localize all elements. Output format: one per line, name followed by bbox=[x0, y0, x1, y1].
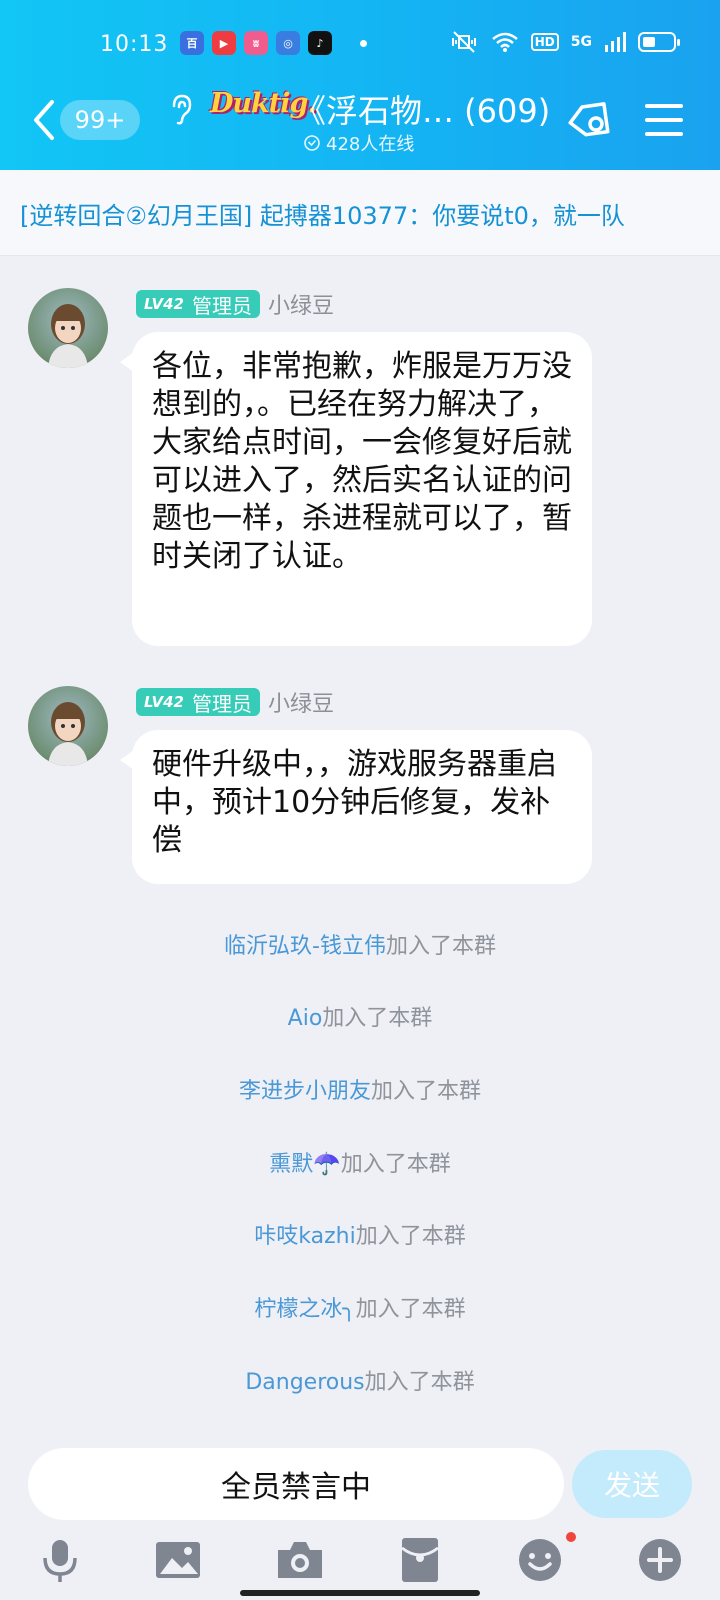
unread-count-badge[interactable]: 99+ bbox=[60, 100, 140, 140]
sender-meta: LV42 管理员 小绿豆 bbox=[136, 686, 334, 718]
admin-level-tag: LV42 管理员 bbox=[136, 290, 260, 318]
avatar-portrait-icon bbox=[48, 702, 88, 766]
joined-member-name[interactable]: 李进步小朋友 bbox=[239, 1079, 371, 1104]
role-label: 管理员 bbox=[191, 293, 252, 318]
status-bar: 10:13 百 ▶ ʬ ◎ ♪ HD 5G bbox=[0, 28, 720, 64]
video-app-icon: ▶ bbox=[212, 31, 236, 55]
join-action-text: 加入了本群 bbox=[322, 1006, 433, 1031]
input-toolbar bbox=[0, 1536, 720, 1596]
signal-icon bbox=[605, 32, 626, 52]
join-action-text: 加入了本群 bbox=[355, 1297, 466, 1322]
joined-member-name[interactable]: 熏默☂️ bbox=[269, 1152, 340, 1177]
join-notice: 咔吱kazhi加入了本群 bbox=[0, 1218, 720, 1250]
wifi-icon bbox=[491, 32, 518, 52]
network-type: 5G bbox=[570, 34, 592, 50]
chat-header: 10:13 百 ▶ ʬ ◎ ♪ HD 5G 99+ Duktig. 《浮石物… … bbox=[0, 0, 720, 170]
announcement-banner[interactable]: [逆转回合②幻月王国] 起搏器10377：你要说t0，就一队 bbox=[0, 170, 720, 256]
status-app-icons: 百 ▶ ʬ ◎ ♪ bbox=[180, 31, 367, 55]
camera-icon[interactable] bbox=[276, 1536, 324, 1584]
menu-icon[interactable] bbox=[644, 102, 684, 138]
joined-member-name[interactable]: 临沂弘玖-钱立伟 bbox=[224, 934, 386, 959]
circle-app-icon: ◎ bbox=[276, 31, 300, 55]
sender-nickname[interactable]: 小绿豆 bbox=[268, 288, 334, 320]
admin-level-tag: LV42 管理员 bbox=[136, 688, 260, 716]
online-check-icon bbox=[304, 135, 320, 151]
emoji-icon[interactable] bbox=[516, 1536, 564, 1584]
send-button[interactable]: 发送 bbox=[572, 1450, 692, 1518]
status-time: 10:13 bbox=[100, 32, 169, 57]
joined-member-name[interactable]: 咔吱kazhi bbox=[254, 1224, 355, 1249]
joined-member-name[interactable]: Dangerous bbox=[245, 1370, 364, 1395]
role-label: 管理员 bbox=[191, 691, 252, 716]
join-action-text: 加入了本群 bbox=[340, 1152, 451, 1177]
emoji-notification-dot bbox=[566, 1532, 576, 1542]
join-notice: 熏默☂️加入了本群 bbox=[0, 1146, 720, 1178]
join-action-text: 加入了本群 bbox=[364, 1370, 475, 1395]
image-icon[interactable] bbox=[154, 1536, 202, 1584]
message-input-muted[interactable]: 全员禁言中 bbox=[28, 1448, 564, 1520]
join-notice: 李进步小朋友加入了本群 bbox=[0, 1073, 720, 1105]
join-notice: Dangerous加入了本群 bbox=[0, 1364, 720, 1396]
baidu-app-icon: 百 bbox=[180, 31, 204, 55]
level-label: LV42 bbox=[144, 693, 184, 711]
joined-member-name[interactable]: 柠檬之冰╮ bbox=[254, 1297, 355, 1322]
battery-icon bbox=[638, 32, 680, 52]
joined-member-name[interactable]: Aio bbox=[288, 1006, 323, 1031]
pink-app-icon: ʬ bbox=[244, 31, 268, 55]
home-indicator[interactable] bbox=[240, 1590, 480, 1596]
mic-icon[interactable] bbox=[36, 1536, 84, 1584]
avatar-portrait-icon bbox=[48, 304, 88, 368]
join-notice: 柠檬之冰╮加入了本群 bbox=[0, 1291, 720, 1323]
join-action-text: 加入了本群 bbox=[385, 934, 496, 959]
mute-vibrate-icon bbox=[451, 31, 476, 53]
group-title[interactable]: 《浮石物… (609) bbox=[294, 86, 550, 132]
more-notifications-dot bbox=[360, 39, 367, 47]
join-action-text: 加入了本群 bbox=[371, 1079, 482, 1104]
hd-indicator: HD bbox=[530, 33, 559, 51]
earpiece-mode-icon[interactable] bbox=[166, 92, 196, 126]
sender-avatar[interactable] bbox=[28, 288, 108, 368]
message-bubble[interactable]: 硬件升级中，，游戏服务器重启中，预计10分钟后修复，发补偿 bbox=[120, 730, 592, 884]
sender-avatar[interactable] bbox=[28, 686, 108, 766]
group-tag-icon[interactable] bbox=[566, 96, 614, 144]
red-packet-icon[interactable] bbox=[396, 1536, 444, 1584]
level-label: LV42 bbox=[144, 295, 184, 313]
sender-meta: LV42 管理员 小绿豆 bbox=[136, 288, 334, 320]
status-indicators: HD 5G bbox=[449, 30, 680, 54]
plus-icon[interactable] bbox=[636, 1536, 684, 1584]
online-count-row: 428人在线 bbox=[304, 130, 414, 156]
sender-nickname[interactable]: 小绿豆 bbox=[268, 686, 334, 718]
join-notice: Aio加入了本群 bbox=[0, 1000, 720, 1032]
join-notice: 临沂弘玖-钱立伟加入了本群 bbox=[0, 928, 720, 960]
announcement-text: [逆转回合②幻月王国] 起搏器10377：你要说t0，就一队 bbox=[20, 202, 625, 230]
message-bubble[interactable]: 各位，非常抱歉，炸服是万万没想到的，。已经在努力解决了，大家给点时间，一会修复好… bbox=[120, 332, 592, 646]
tiktok-app-icon: ♪ bbox=[308, 31, 332, 55]
online-count: 428人在线 bbox=[326, 134, 415, 155]
back-chevron-icon[interactable] bbox=[28, 96, 58, 144]
join-action-text: 加入了本群 bbox=[355, 1224, 466, 1249]
